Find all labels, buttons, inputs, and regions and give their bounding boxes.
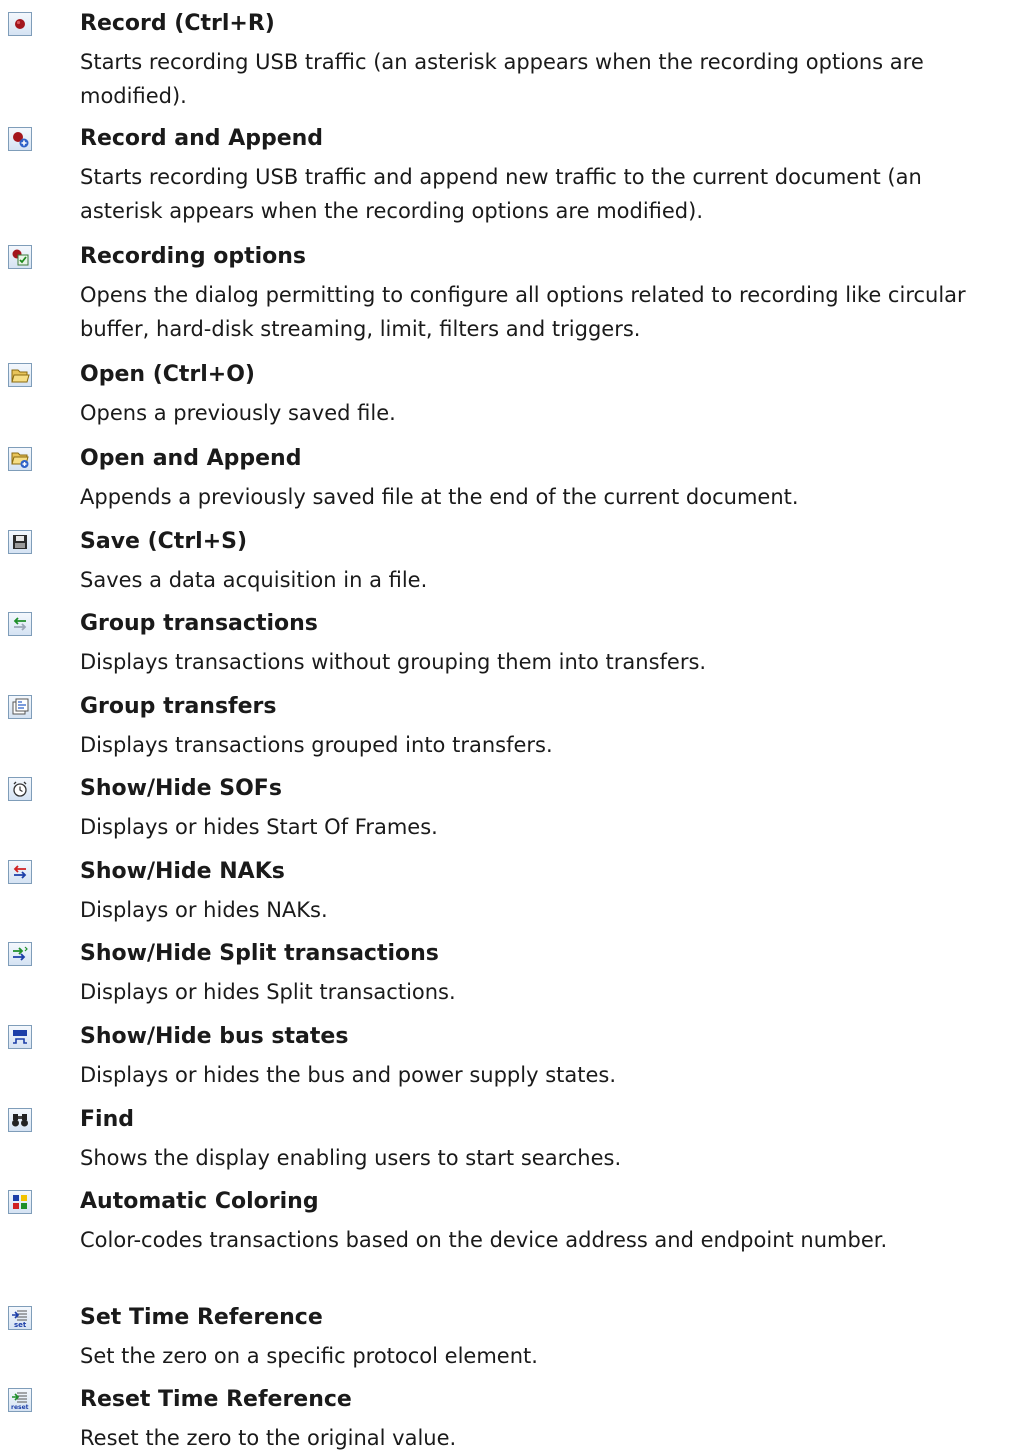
group-transactions-icon — [8, 612, 32, 636]
item-title: Group transactions — [80, 611, 318, 636]
item-description: Opens a previously saved file. — [80, 401, 396, 425]
item-title: Open (Ctrl+O) — [80, 362, 255, 387]
open-append-icon — [8, 447, 32, 471]
set-time-reference-icon: set — [8, 1306, 32, 1330]
svg-text:reset: reset — [11, 1404, 29, 1410]
item-description: Displays transactions grouped into trans… — [80, 733, 553, 757]
item-description: Displays or hides Split transactions. — [80, 980, 456, 1004]
item-title: Record and Append — [80, 126, 324, 151]
item-title: Show/Hide SOFs — [80, 776, 282, 801]
item-description: Displays transactions without grouping t… — [80, 650, 707, 674]
item-title: Record (Ctrl+R) — [80, 11, 275, 36]
item-description: Saves a data acquisition in a file. — [80, 568, 428, 592]
group-transfers-icon — [8, 695, 32, 719]
item-title: Recording options — [80, 244, 307, 269]
binoculars-icon — [8, 1108, 32, 1132]
item-description: Starts recording USB traffic and append … — [80, 165, 922, 223]
record-icon — [8, 12, 32, 36]
item-description: Starts recording USB traffic (an asteris… — [80, 50, 924, 108]
save-disk-icon — [8, 530, 32, 554]
clock-icon — [8, 777, 32, 801]
color-grid-icon — [8, 1190, 32, 1214]
item-description: Opens the dialog permitting to configure… — [80, 283, 966, 341]
record-append-icon — [8, 127, 32, 151]
item-title: Find — [80, 1107, 134, 1132]
item-title: Show/Hide bus states — [80, 1024, 349, 1049]
recording-options-icon — [8, 245, 32, 269]
item-title: Automatic Coloring — [80, 1189, 319, 1214]
item-description: Appends a previously saved file at the e… — [80, 485, 799, 509]
reset-time-reference-icon: reset — [8, 1388, 32, 1412]
item-title: Group transfers — [80, 694, 277, 719]
svg-text:set: set — [14, 1321, 27, 1328]
naks-arrows-icon — [8, 860, 32, 884]
split-transactions-icon — [8, 942, 32, 966]
item-title: Set Time Reference — [80, 1305, 323, 1330]
item-title: Show/Hide Split transactions — [80, 941, 439, 966]
item-description: Set the zero on a specific protocol elem… — [80, 1344, 538, 1368]
item-description: Displays or hides NAKs. — [80, 898, 328, 922]
item-description: Displays or hides the bus and power supp… — [80, 1063, 617, 1087]
item-title: Open and Append — [80, 446, 302, 471]
item-title: Reset Time Reference — [80, 1387, 352, 1412]
item-title: Show/Hide NAKs — [80, 859, 285, 884]
item-description: Color-codes transactions based on the de… — [80, 1228, 888, 1252]
item-description: Displays or hides Start Of Frames. — [80, 815, 438, 839]
item-description: Reset the zero to the original value. — [80, 1426, 457, 1450]
item-title: Save (Ctrl+S) — [80, 529, 248, 554]
bus-states-icon — [8, 1025, 32, 1049]
item-description: Shows the display enabling users to star… — [80, 1146, 622, 1170]
open-folder-icon — [8, 363, 32, 387]
